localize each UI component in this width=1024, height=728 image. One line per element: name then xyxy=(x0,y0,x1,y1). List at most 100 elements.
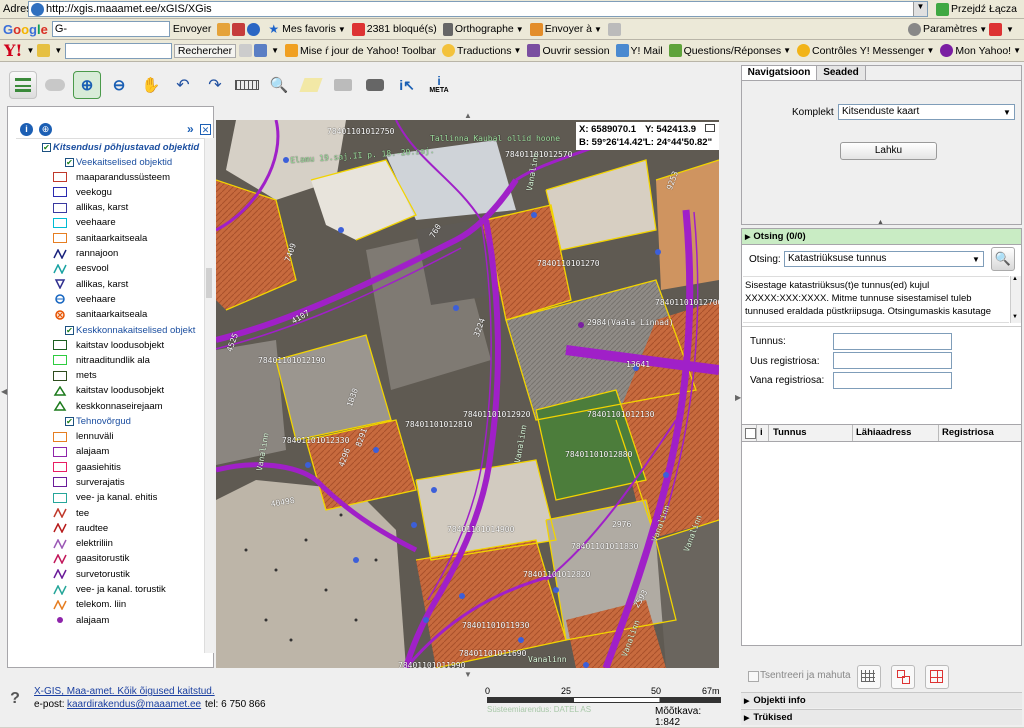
links-button[interactable]: Łącza xyxy=(986,3,1020,15)
legend-group-water[interactable]: ✔ Veekaitselised objektid xyxy=(65,155,172,169)
zoom-out-tool-button[interactable]: ⊖ xyxy=(105,71,133,99)
copyright-link[interactable]: X-GIS, Maa-amet. Kõik õigused kaitstud. xyxy=(34,686,215,697)
collapse-bottom-arrow-icon[interactable]: ▼ xyxy=(464,670,472,679)
info-icon[interactable]: i xyxy=(20,123,33,136)
coordinate-readout: X: 6589070.1 Y: 542413.9 B: 59°26'14.42"… xyxy=(576,122,719,150)
url-text: http://xgis.maaamet.ee/xGIS/XGis xyxy=(46,3,212,15)
tab-navigatsioon[interactable]: Navigatsioon xyxy=(742,66,817,80)
block-icon xyxy=(351,22,365,36)
email-link[interactable]: kaardirakendus@maaamet.ee xyxy=(67,699,201,710)
komplekt-select[interactable]: Kitsenduste kaart ▼ xyxy=(838,104,1015,120)
close-icon[interactable]: ✕ xyxy=(200,124,211,135)
meta-tool-button[interactable]: i META xyxy=(425,71,453,99)
google-tools[interactable] xyxy=(214,22,265,36)
col-info[interactable]: i xyxy=(760,427,763,438)
search-type-select[interactable]: Katastriüksuse tunnus ▼ xyxy=(784,251,984,267)
objekti-info-section[interactable]: ▶ Objekti info xyxy=(741,692,1022,708)
translations-button[interactable]: Traductions ▼ xyxy=(439,44,524,57)
identify-tool-button[interactable]: i↖ xyxy=(393,71,421,99)
legend-group-utilities[interactable]: ✔ Tehnovõrgud xyxy=(65,415,131,429)
collapse-up-icon[interactable]: ▲ xyxy=(877,219,884,226)
help-icon[interactable]: ? xyxy=(5,689,25,709)
uus-registriosa-input[interactable] xyxy=(833,352,952,369)
go-button[interactable]: Przejdź xyxy=(933,2,989,16)
tsentreeri-checkbox[interactable] xyxy=(748,671,759,682)
select-features-button[interactable] xyxy=(891,665,915,689)
legend-item: survetorustik xyxy=(53,567,130,581)
google-menu-button[interactable]: ▼ xyxy=(986,22,1017,36)
map-view[interactable]: Tallinna Kaubal ollid hoone Elamu 19.saj.… xyxy=(216,120,719,668)
globe-icon[interactable]: ⊕ xyxy=(39,123,52,136)
scroll-up-icon[interactable]: ▲ xyxy=(1012,276,1018,282)
legend-checkbox[interactable]: ✔ xyxy=(42,142,51,152)
highlight-button[interactable]: ▼ xyxy=(236,44,282,57)
komplekt-label: Komplekt xyxy=(792,107,834,118)
redo-tool-button[interactable]: ↷ xyxy=(201,71,229,99)
overview-map-icon[interactable] xyxy=(705,124,715,132)
tunnus-input[interactable] xyxy=(833,333,952,350)
table-view-button[interactable] xyxy=(857,665,881,689)
vana-registriosa-input[interactable] xyxy=(833,372,952,389)
trukised-section[interactable]: ▶ Trükised xyxy=(741,709,1022,725)
pan-extent-tool-button[interactable] xyxy=(41,71,69,99)
url-dropdown-icon[interactable]: ▼ xyxy=(913,2,927,16)
map-label: 78401101012880 xyxy=(565,450,633,459)
popup-blocked-button[interactable]: 2381 bloqué(s) xyxy=(349,22,440,36)
legend-scrollbar-thumb[interactable] xyxy=(206,268,212,298)
help-scrollbar[interactable]: ▲ ▼ xyxy=(1010,276,1021,323)
open-session-button[interactable]: Ouvrir session xyxy=(524,44,612,57)
col-divider xyxy=(938,425,939,441)
yahoo-search-input[interactable] xyxy=(65,42,172,59)
legend-group-main[interactable]: ✔ Kitsendusi põhjustavad objektid xyxy=(42,140,199,154)
google-search-input[interactable]: G- xyxy=(51,21,170,37)
pencil-button[interactable]: ▼ xyxy=(34,44,65,57)
col-tunnus[interactable]: Tunnus xyxy=(773,427,807,438)
collapse-top-arrow-icon[interactable]: ▲ xyxy=(464,111,472,120)
url-input[interactable]: http://xgis.maaamet.ee/xGIS/XGis ▼ xyxy=(28,1,928,17)
pan-hand-tool-button[interactable]: ✋ xyxy=(137,71,165,99)
legend-item: veehaare xyxy=(53,292,116,306)
legend-tool-button[interactable] xyxy=(9,71,37,99)
legend-item: sanitaarkaitseala xyxy=(53,308,147,322)
yahoo-update-button[interactable]: Mise ŕ jour de Yahoo! Toolbar xyxy=(282,44,439,57)
select-all-checkbox[interactable] xyxy=(745,428,756,439)
col-lahiaadress[interactable]: Lähiaadress xyxy=(856,427,911,438)
legend-checkbox[interactable]: ✔ xyxy=(65,417,74,426)
legend-item: keskkonnaseirejaam xyxy=(53,399,163,413)
legend-group-environment[interactable]: ✔ Keskkonnakaitselised objekt xyxy=(65,323,195,337)
qa-button[interactable]: Questions/Réponses ▼ xyxy=(666,44,794,57)
send-to-button[interactable]: Envoyer à ▼ xyxy=(527,22,605,36)
undo-tool-button[interactable]: ↶ xyxy=(169,71,197,99)
google-send-button[interactable]: Envoyer xyxy=(170,23,215,35)
pencil-button[interactable] xyxy=(605,22,626,36)
my-yahoo-button[interactable]: Mon Yahoo! ▼ xyxy=(937,44,1024,57)
legend-checkbox[interactable]: ✔ xyxy=(65,325,74,335)
search-tool-button[interactable]: 🔍 xyxy=(265,71,293,99)
collapse-left-arrow-icon[interactable]: ◀ xyxy=(1,387,7,396)
chevron-down-icon[interactable]: ▼ xyxy=(26,46,34,55)
spelling-button[interactable]: Orthographe ▼ xyxy=(440,22,527,36)
lahku-button[interactable]: Lahku xyxy=(840,142,937,160)
zoom-in-tool-button[interactable]: ⊕ xyxy=(73,71,101,99)
highlight-icon xyxy=(239,44,253,57)
search-submit-button[interactable]: 🔍 xyxy=(991,247,1015,271)
select-all-features-button[interactable] xyxy=(925,665,949,689)
coord-x: X: 6589070.1 xyxy=(579,124,637,135)
legend-scrollbar[interactable] xyxy=(204,138,214,653)
expand-panel-icon[interactable]: » xyxy=(187,122,194,136)
print-tool-button[interactable] xyxy=(329,71,357,99)
scroll-down-icon[interactable]: ▼ xyxy=(1012,314,1018,320)
tab-seaded[interactable]: Seaded xyxy=(817,66,866,81)
legend-checkbox[interactable]: ✔ xyxy=(65,157,74,167)
params-button[interactable]: Paramètres ▼ xyxy=(905,22,990,36)
col-registriosa[interactable]: Registriosa xyxy=(942,427,994,438)
favorites-button[interactable]: ★ Mes favoris ▼ xyxy=(265,22,348,36)
search-header[interactable]: ▶ Otsing (0/0) xyxy=(742,229,1021,245)
snapshot-tool-button[interactable] xyxy=(361,71,389,99)
measure-tool-button[interactable] xyxy=(233,71,261,99)
mail-button[interactable]: Y! Mail xyxy=(613,44,666,57)
clear-tool-button[interactable] xyxy=(297,71,325,99)
legend-item-label: sanitaarkaitseala xyxy=(76,232,148,244)
yahoo-search-button[interactable]: Rechercher xyxy=(173,43,237,58)
messenger-button[interactable]: Contrôles Y! Messenger ▼ xyxy=(794,44,937,57)
